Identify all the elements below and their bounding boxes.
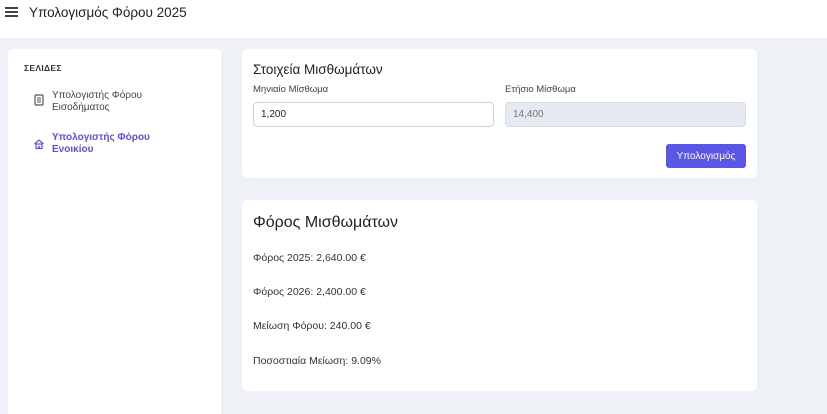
monthly-rent-input[interactable]: [253, 102, 494, 127]
rent-details-card: Στοιχεία Μισθωμάτων Μηνιαίο Μίσθωμα Ετήσ…: [242, 49, 757, 178]
percent-reduction-result: Ποσοστιαία Μείωση: 9.09%: [253, 355, 381, 367]
sidebar: ΣΕΛΙΔΕΣ Υπολογιστής Φόρου Εισοδήματος Υπ…: [8, 49, 221, 414]
hamburger-menu-icon[interactable]: [5, 7, 19, 19]
calculate-button[interactable]: Υπολογισμός: [666, 144, 746, 168]
results-title: Φόρος Μισθωμάτων: [253, 214, 399, 231]
tax-2025-result: Φόρος 2025: 2,640.00 €: [253, 252, 366, 264]
tax-reduction-result: Μείωση Φόρου: 240.00 €: [253, 320, 371, 332]
home-icon: [34, 139, 44, 150]
annual-rent-field: [505, 102, 746, 127]
app-title: Υπολογισμός Φόρου 2025: [29, 5, 187, 20]
tax-2026-result: Φόρος 2026: 2,400.00 €: [253, 286, 366, 298]
monthly-rent-label: Μηνιαίο Μίσθωμα: [253, 84, 329, 95]
document-icon: [34, 94, 44, 106]
annual-rent-label: Ετήσιο Μίσθωμα: [505, 84, 576, 95]
sidebar-item-label: Υπολογιστής Φόρου Ενοικίου: [52, 132, 150, 155]
rent-details-title: Στοιχεία Μισθωμάτων: [253, 62, 383, 77]
rent-tax-results-card: Φόρος Μισθωμάτων Φόρος 2025: 2,640.00 € …: [242, 200, 757, 391]
sidebar-heading: ΣΕΛΙΔΕΣ: [24, 63, 62, 73]
top-bar: Υπολογισμός Φόρου 2025: [0, 0, 827, 38]
sidebar-item-label: Υπολογιστής Φόρου Εισοδήματος: [52, 90, 142, 113]
